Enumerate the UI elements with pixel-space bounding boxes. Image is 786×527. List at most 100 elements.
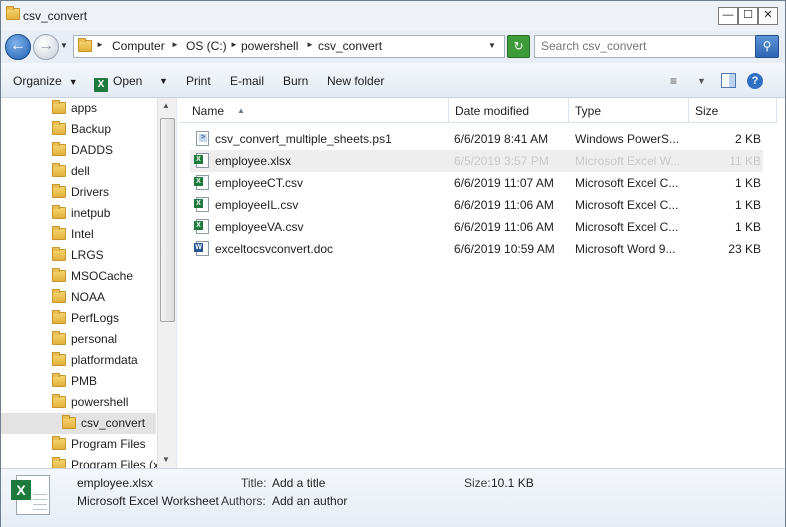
close-button[interactable]: ✕: [758, 7, 778, 25]
breadcrumb-powershell[interactable]: powershell: [241, 39, 298, 53]
nav-item-program-files[interactable]: Program Files: [1, 434, 156, 455]
column-header-label: Size: [695, 104, 719, 118]
details-filetype: Microsoft Excel Worksheet: [77, 494, 219, 508]
chevron-right-icon[interactable]: ►: [230, 40, 238, 49]
column-header-type[interactable]: Type: [568, 98, 689, 122]
file-row[interactable]: employeeVA.csv 6/6/2019 11:06 AM Microso…: [190, 216, 763, 238]
details-authors-label: Authors:: [221, 494, 266, 508]
change-view-icon[interactable]: ≡: [670, 74, 677, 88]
chevron-right-icon[interactable]: ►: [306, 40, 314, 49]
details-authors-field[interactable]: Add an author: [272, 494, 347, 508]
navigation-pane: apps Backup DADDS dell Drivers inetpub I…: [1, 98, 175, 468]
file-date: 6/6/2019 11:07 AM: [454, 176, 554, 190]
folder-icon: [52, 100, 66, 114]
file-row[interactable]: employee.xlsx 6/5/2019 3:57 PM Microsoft…: [190, 150, 763, 172]
file-name: exceltocsvconvert.doc: [215, 242, 334, 256]
search-icon[interactable]: ⚲: [755, 35, 779, 58]
address-dropdown-icon[interactable]: ▼: [488, 41, 496, 50]
file-row[interactable]: exceltocsvconvert.doc 6/6/2019 10:59 AM …: [190, 238, 763, 260]
nav-scrollbar[interactable]: ▲ ▼: [157, 98, 176, 468]
word-document-icon: [194, 241, 209, 256]
nav-item-dadds[interactable]: DADDS: [1, 140, 156, 161]
nav-item-label: Drivers: [71, 185, 109, 199]
nav-item-label: dell: [71, 164, 90, 178]
file-type: Microsoft Excel W...: [575, 154, 681, 168]
email-button[interactable]: E-mail: [230, 74, 264, 88]
nav-item-label: PerfLogs: [71, 311, 120, 325]
nav-item-noaa[interactable]: NOAA: [1, 287, 156, 308]
chevron-right-icon[interactable]: ►: [96, 40, 104, 49]
nav-item-program-files-x86[interactable]: Program Files (x86): [1, 455, 175, 468]
search-input[interactable]: [535, 36, 757, 55]
refresh-button[interactable]: ↻: [507, 35, 530, 58]
nav-item-powershell[interactable]: powershell: [1, 392, 156, 413]
recent-pages-dropdown-icon[interactable]: ▼: [60, 41, 68, 50]
scroll-up-icon[interactable]: ▲: [162, 101, 170, 110]
details-size-value: 10.1 KB: [491, 476, 534, 490]
open-button[interactable]: X Open: [94, 74, 142, 92]
nav-item-lrgs[interactable]: LRGS: [1, 245, 156, 266]
folder-icon: [52, 268, 66, 282]
folder-icon: [52, 247, 66, 261]
preview-pane-icon[interactable]: [721, 73, 736, 88]
breadcrumb-computer[interactable]: Computer: [112, 39, 165, 53]
folder-icon: [52, 121, 66, 135]
nav-item-intel[interactable]: Intel: [1, 224, 156, 245]
open-with-dropdown-icon[interactable]: ▼: [159, 76, 168, 86]
excel-icon: X: [94, 78, 108, 92]
chevron-right-icon[interactable]: ►: [171, 40, 179, 49]
nav-item-inetpub[interactable]: inetpub: [1, 203, 156, 224]
nav-item-label: personal: [71, 332, 118, 346]
minimize-button[interactable]: —: [718, 7, 738, 25]
nav-item-label: DADDS: [71, 143, 114, 157]
nav-item-msocache[interactable]: MSOCache: [1, 266, 156, 287]
back-button[interactable]: ←: [5, 34, 31, 60]
file-row[interactable]: employeeCT.csv 6/6/2019 11:07 AM Microso…: [190, 172, 763, 194]
nav-item-csv-convert[interactable]: csv_convert: [1, 413, 156, 434]
pane-divider[interactable]: [176, 98, 177, 468]
nav-item-perflogs[interactable]: PerfLogs: [1, 308, 156, 329]
sort-ascending-icon: ▲: [237, 106, 245, 115]
file-size: 2 KB: [734, 132, 761, 146]
organize-button[interactable]: Organize ▼: [13, 74, 78, 88]
scroll-down-icon[interactable]: ▼: [162, 455, 170, 464]
folder-icon: [78, 38, 92, 52]
file-date: 6/5/2019 3:57 PM: [454, 154, 549, 168]
print-button[interactable]: Print: [186, 74, 211, 88]
column-header-date[interactable]: Date modified: [448, 98, 569, 122]
search-box[interactable]: [534, 35, 757, 58]
view-dropdown-icon[interactable]: ▼: [697, 76, 706, 86]
nav-item-pmb[interactable]: PMB: [1, 371, 156, 392]
column-header-name[interactable]: Name ▲: [185, 98, 449, 122]
folder-icon: [52, 436, 66, 450]
nav-item-personal[interactable]: personal: [1, 329, 156, 350]
file-date: 6/6/2019 10:59 AM: [454, 242, 555, 256]
nav-item-platformdata[interactable]: platformdata: [1, 350, 156, 371]
new-folder-button[interactable]: New folder: [327, 74, 384, 88]
organize-label: Organize: [13, 74, 62, 88]
breadcrumb[interactable]: ► Computer ► OS (C:) ► powershell ► csv_…: [73, 35, 505, 58]
nav-item-label: MSOCache: [71, 269, 134, 283]
maximize-button[interactable]: ☐: [738, 7, 758, 25]
excel-csv-icon: [194, 197, 209, 212]
file-size: 1 KB: [734, 176, 761, 190]
file-row[interactable]: employeeIL.csv 6/6/2019 11:06 AM Microso…: [190, 194, 763, 216]
file-row[interactable]: csv_convert_multiple_sheets.ps1 6/6/2019…: [190, 128, 763, 150]
breadcrumb-csv-convert[interactable]: csv_convert: [318, 39, 382, 53]
breadcrumb-os-drive[interactable]: OS (C:): [186, 39, 227, 53]
file-size: 23 KB: [728, 242, 761, 256]
nav-item-dell[interactable]: dell: [1, 161, 156, 182]
scrollbar-thumb[interactable]: [160, 118, 175, 322]
nav-item-apps[interactable]: apps: [1, 98, 156, 119]
nav-item-drivers[interactable]: Drivers: [1, 182, 156, 203]
folder-icon: [52, 310, 66, 324]
help-icon[interactable]: ?: [747, 73, 763, 89]
nav-item-backup[interactable]: Backup: [1, 119, 156, 140]
details-title-field[interactable]: Add a title: [272, 476, 325, 490]
burn-button[interactable]: Burn: [283, 74, 308, 88]
forward-button[interactable]: →: [33, 34, 59, 60]
details-pane: X employee.xlsx Microsoft Excel Workshee…: [1, 468, 785, 527]
column-header-size[interactable]: Size: [688, 98, 777, 122]
details-title-label: Title:: [241, 476, 267, 490]
file-list-header: Name ▲ Date modified Type Size: [179, 98, 777, 123]
